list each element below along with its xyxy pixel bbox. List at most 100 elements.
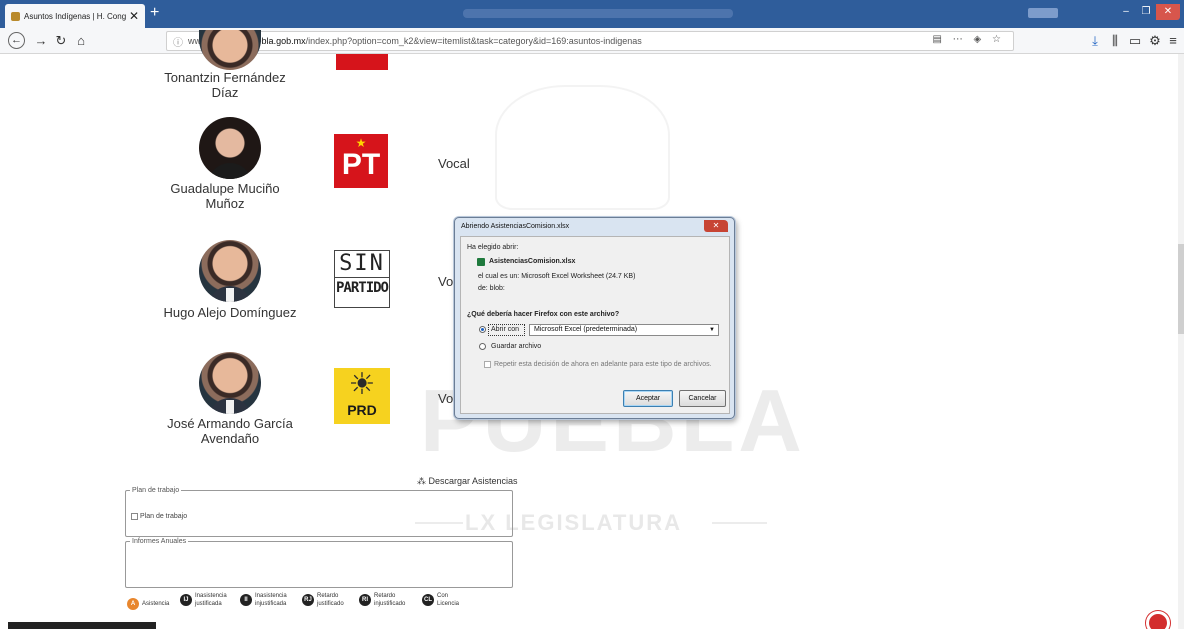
- prd-party-logo: ☀ PRD: [334, 368, 390, 424]
- maximize-icon[interactable]: ❐: [1136, 4, 1156, 20]
- scrollbar-thumb[interactable]: [1178, 244, 1184, 334]
- sidebar-icon[interactable]: ▭: [1126, 32, 1144, 50]
- bottom-footer-bar: [8, 622, 156, 629]
- remember-checkbox[interactable]: [484, 361, 491, 368]
- tab-title: Asuntos Indígenas | H. Congre: [24, 11, 126, 21]
- title-bar-badge: [1028, 8, 1058, 18]
- legend-code: II: [240, 594, 252, 606]
- dialog-filename: AsistenciasComision.xlsx: [489, 258, 576, 265]
- legend-label: Con Licencia: [437, 593, 460, 607]
- sin-partido-logo: SIN PARTIDO: [334, 250, 390, 308]
- legend-item: A Asistencia: [127, 598, 169, 610]
- member-role: Vocal: [438, 156, 470, 171]
- dialog-title: Abriendo AsistenciasComision.xlsx: [461, 223, 570, 230]
- dialog-type-line: el cual es un: Microsoft Excel Worksheet…: [478, 273, 636, 280]
- member-name: José Armando García Avendaño: [167, 416, 293, 446]
- dialog-body: Ha elegido abrir: AsistenciasComision.xl…: [460, 236, 730, 414]
- dialog-close-icon[interactable]: ✕: [704, 220, 728, 232]
- party-label-line1: SIN: [339, 251, 385, 276]
- legend-code: IJ: [180, 594, 192, 606]
- window-title-blurred: [463, 9, 733, 18]
- scrollbar[interactable]: [1178, 54, 1184, 629]
- extension-icon[interactable]: ⚙: [1146, 32, 1164, 50]
- library-icon[interactable]: ⫼: [1106, 32, 1124, 50]
- watermark-seal: [495, 85, 670, 210]
- download-label: Descargar Asistencias: [428, 476, 518, 486]
- plan-item[interactable]: Plan de trabajo: [131, 513, 187, 520]
- save-file-label[interactable]: Guardar archivo: [491, 343, 541, 350]
- sun-icon: ☀: [348, 368, 376, 401]
- member-role: Vo: [438, 274, 454, 289]
- dialog-intro: Ha elegido abrir:: [467, 244, 519, 251]
- avatar: [199, 352, 261, 414]
- informes-legend: Informes Anuales: [132, 538, 187, 545]
- party-label-line2: PARTIDO: [335, 277, 389, 298]
- legend-item: II Inasistencia injustificada: [240, 592, 302, 608]
- legend-code: RJ: [302, 594, 314, 606]
- legend-item: RJ Retardo justificado: [302, 592, 357, 608]
- back-icon[interactable]: ←: [8, 32, 25, 49]
- tab-close-icon[interactable]: ✕: [129, 9, 139, 23]
- tab-favicon-icon: [11, 11, 20, 21]
- url-bar[interactable]: ⓘ www.congresopuebla.gob.mx/index.php?op…: [166, 31, 1014, 51]
- sitemap-icon: ⁂: [417, 476, 429, 486]
- site-info-icon[interactable]: ⓘ: [173, 34, 183, 49]
- party-label: PT: [341, 148, 381, 181]
- floating-action-icon[interactable]: [1146, 611, 1170, 629]
- member-name: Tonantzin Fernández Díaz: [164, 70, 286, 100]
- party-logo: [336, 54, 388, 70]
- legend-code: CL: [422, 594, 434, 606]
- window-controls: – ❐ ✕: [1116, 4, 1180, 20]
- chevron-down-icon: ▼: [709, 327, 715, 333]
- forward-icon[interactable]: →: [32, 32, 50, 50]
- legend-label: Asistencia: [142, 601, 170, 607]
- legend-label: Retardo justificado: [317, 593, 344, 607]
- plan-fieldset: Plan de trabajo: [125, 487, 513, 537]
- informes-fieldset: Informes Anuales: [125, 538, 513, 588]
- accept-button[interactable]: Aceptar: [623, 390, 673, 407]
- new-tab-icon[interactable]: +: [150, 3, 159, 23]
- url-action-icons[interactable]: ▤ ⋯ ◈ ☆: [933, 34, 1005, 45]
- legend-item: IJ Inasistencia justificada: [180, 592, 240, 608]
- member-role: Vo: [438, 391, 454, 406]
- open-with-radio[interactable]: [479, 326, 486, 333]
- window-title-bar: Asuntos Indígenas | H. Congre ✕ + – ❐ ✕: [0, 0, 1184, 28]
- plan-item-label: Plan de trabajo: [140, 513, 188, 520]
- watermark-line-right: [712, 522, 767, 524]
- open-file-dialog: Abriendo AsistenciasComision.xlsx ✕ Ha e…: [454, 217, 735, 419]
- plan-legend: Plan de trabajo: [132, 487, 180, 494]
- dialog-from-line: de: blob:: [478, 285, 505, 292]
- url-path: /index.php?option=com_k2&view=itemlist&t…: [305, 36, 642, 46]
- legend-item: CL Con Licencia: [422, 592, 470, 608]
- home-icon[interactable]: ⌂: [72, 32, 90, 50]
- open-with-app-select[interactable]: Microsoft Excel (predeterminada) ▼: [529, 324, 719, 336]
- legend-label: Inasistencia injustificada: [255, 593, 287, 607]
- checkbox[interactable]: [131, 513, 138, 520]
- legend-item: RI Retardo injustificado: [359, 592, 419, 608]
- download-attendance-link[interactable]: ⁂ Descargar Asistencias: [417, 476, 518, 487]
- member-name: Hugo Alejo Domínguez: [163, 305, 297, 320]
- legend-label: Inasistencia justificada: [195, 593, 227, 607]
- legend-label: Retardo injustificado: [374, 593, 406, 607]
- member-name: Guadalupe Muciño Muñoz: [170, 181, 280, 211]
- remember-label: Repetir esta decisión de ahora en adelan…: [494, 361, 712, 368]
- avatar: [199, 117, 261, 179]
- window-close-icon[interactable]: ✕: [1156, 4, 1180, 20]
- browser-tab[interactable]: Asuntos Indígenas | H. Congre ✕: [5, 4, 145, 28]
- dialog-question: ¿Qué debería hacer Firefox con este arch…: [467, 311, 620, 318]
- excel-file-icon: [477, 258, 485, 266]
- open-with-app-value: Microsoft Excel (predeterminada): [534, 326, 638, 333]
- navigation-toolbar: ← → ↻ ⌂ ⓘ www.congresopuebla.gob.mx/inde…: [0, 28, 1184, 54]
- legend-code: A: [127, 598, 139, 610]
- save-file-radio[interactable]: [479, 343, 486, 350]
- open-with-label[interactable]: Abrir con: [491, 326, 519, 333]
- pt-party-logo: ★ PT: [334, 134, 388, 188]
- menu-icon[interactable]: ≡: [1164, 32, 1182, 50]
- cancel-button[interactable]: Cancelar: [679, 390, 726, 407]
- legend-code: RI: [359, 594, 371, 606]
- party-label: PRD: [347, 402, 377, 418]
- downloads-icon[interactable]: ⤓: [1086, 32, 1104, 50]
- reload-icon[interactable]: ↻: [52, 32, 70, 50]
- minimize-icon[interactable]: –: [1116, 4, 1136, 20]
- avatar: [199, 240, 261, 302]
